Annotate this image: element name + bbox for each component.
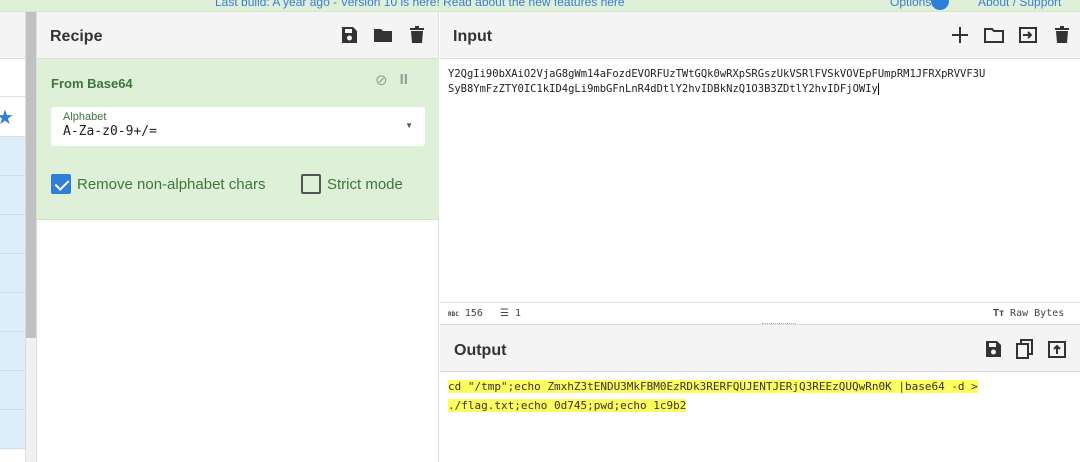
category-item[interactable]: [0, 371, 25, 410]
about-link[interactable]: About / Support: [978, 0, 1061, 9]
output-line: ./flag.txt;echo 0d745;pwd;echo 1c9b2: [448, 399, 687, 412]
scrollbar-thumb[interactable]: [26, 12, 36, 338]
category-item[interactable]: [0, 176, 25, 215]
category-item[interactable]: [0, 293, 25, 332]
alphabet-value: A-Za-z0-9+/=: [63, 124, 157, 139]
recipe-header: Recipe: [37, 12, 438, 59]
input-line: SyB8YmFzZTY0IC1kID4gLi9mbGFnLnR4dDtlY2hv…: [448, 83, 879, 95]
input-title: Input: [453, 28, 493, 45]
encoding-selector[interactable]: Tт Raw Bytes: [993, 308, 1064, 319]
category-item[interactable]: [0, 215, 25, 254]
options-link[interactable]: Options: [890, 0, 931, 9]
alphabet-label: Alphabet: [63, 111, 107, 123]
star-icon: ★: [0, 107, 14, 129]
chevron-down-icon: ▼: [405, 121, 413, 130]
top-banner: Last build: A year ago - Version 10 is h…: [0, 0, 1080, 12]
banner-message[interactable]: Last build: A year ago - Version 10 is h…: [215, 0, 625, 9]
input-header: Input: [440, 12, 1080, 59]
remove-non-alphabet-checkbox[interactable]: Remove non-alphabet chars: [51, 174, 265, 194]
panel-scrollbar[interactable]: [26, 12, 37, 462]
folder-icon[interactable]: [373, 25, 393, 45]
output-text[interactable]: cd "/tmp";echo ZmxhZ3tENDU3MkFBM0EzRDk3R…: [448, 377, 1080, 415]
output-title: Output: [454, 342, 507, 359]
checkbox-unchecked-icon[interactable]: [301, 174, 321, 194]
operations-search[interactable]: [0, 59, 25, 97]
remove-label: Remove non-alphabet chars: [77, 175, 266, 193]
input-line: Y2QgIi90bXAiO2VjaG8gWm14aFozdEVORFUzTWtG…: [448, 68, 986, 80]
recipe-panel: Recipe From Base64 ⊘ II Alphabet A-Za-z0…: [37, 12, 439, 462]
io-panel: Input Y2QgIi90bXAiO2VjaG8gWm14aFozdEVORF…: [440, 12, 1080, 462]
copy-icon[interactable]: [1015, 339, 1035, 359]
output-header: Output: [440, 324, 1080, 372]
output-line: cd "/tmp";echo ZmxhZ3tENDU3MkFBM0EzRDk3R…: [448, 380, 978, 393]
open-folder-icon[interactable]: [984, 25, 1004, 45]
checkbox-checked-icon[interactable]: [51, 174, 71, 194]
trash-icon[interactable]: [407, 25, 427, 45]
alphabet-select[interactable]: Alphabet A-Za-z0-9+/= ▼: [51, 107, 425, 146]
pause-icon[interactable]: II: [400, 71, 408, 89]
length-indicator: RBC 156: [448, 308, 483, 319]
category-item[interactable]: [0, 137, 25, 176]
strict-label: Strict mode: [327, 175, 403, 193]
lines-indicator: ☰ 1: [500, 308, 522, 319]
import-icon[interactable]: [1018, 25, 1038, 45]
operations-header: [0, 12, 25, 59]
save-icon[interactable]: [983, 339, 1003, 359]
gear-icon[interactable]: [931, 0, 949, 10]
category-item[interactable]: [0, 332, 25, 371]
from-base64-operation[interactable]: From Base64 ⊘ II Alphabet A-Za-z0-9+/= ▼…: [37, 59, 439, 220]
operation-title: From Base64: [51, 76, 133, 91]
input-status-bar: RBC 156 ☰ 1 Tт Raw Bytes: [440, 302, 1080, 324]
operations-panel: ★: [0, 12, 26, 462]
strict-mode-checkbox[interactable]: Strict mode: [301, 174, 403, 194]
input-textarea[interactable]: Y2QgIi90bXAiO2VjaG8gWm14aFozdEVORFUzTWtG…: [440, 59, 1080, 302]
replace-input-icon[interactable]: [1047, 339, 1067, 359]
category-item[interactable]: [0, 254, 25, 293]
save-icon[interactable]: [339, 25, 359, 45]
category-item[interactable]: [0, 410, 25, 449]
favourites-category[interactable]: ★: [0, 97, 25, 137]
add-icon[interactable]: [950, 25, 970, 45]
trash-icon[interactable]: [1052, 25, 1072, 45]
recipe-title: Recipe: [50, 28, 103, 45]
disable-icon[interactable]: ⊘: [375, 71, 388, 89]
